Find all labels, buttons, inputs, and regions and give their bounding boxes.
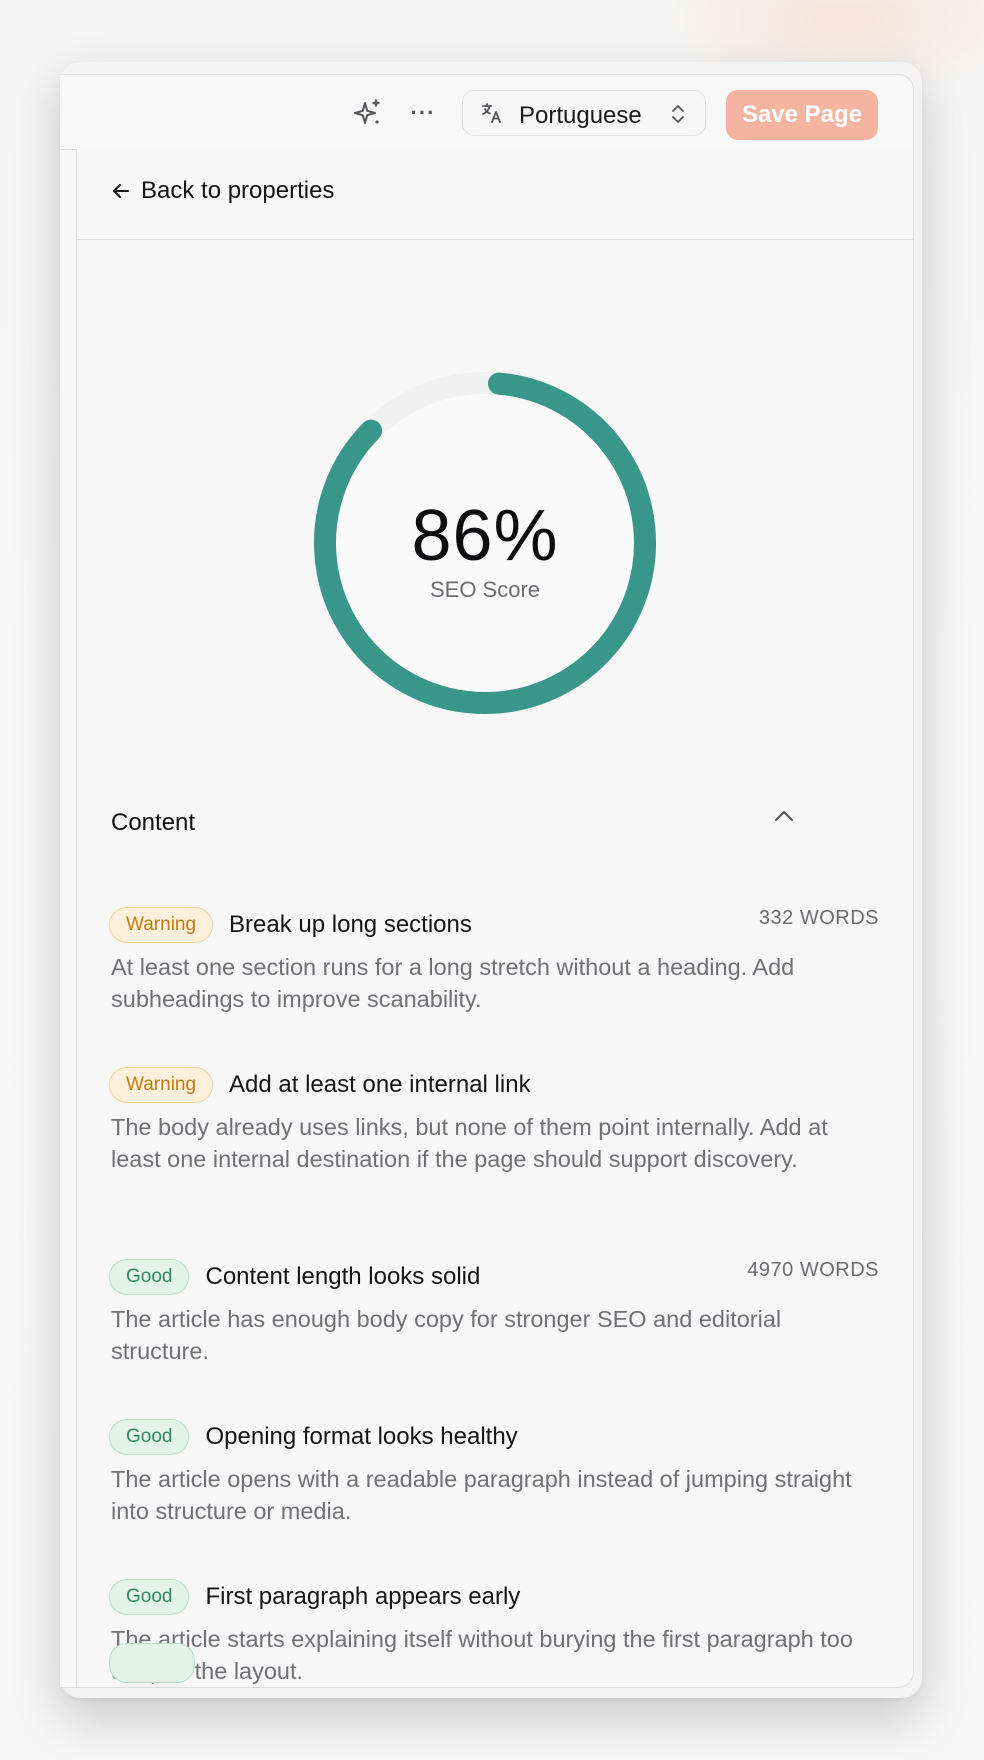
seo-score-gauge: 86% SEO Score <box>311 369 659 717</box>
seo-panel: Back to properties 86% SEO Score Content… <box>76 149 913 1687</box>
language-value: Portuguese <box>519 102 642 129</box>
back-to-properties-link[interactable]: Back to properties <box>111 177 334 205</box>
more-icon: ··· <box>410 100 436 125</box>
word-count: 4970 WORDS <box>747 1259 879 1281</box>
check-item: Good Opening format looks healthy The ar… <box>109 1417 879 1527</box>
translate-icon <box>482 103 501 123</box>
check-description: The article has enough body copy for str… <box>111 1306 782 1364</box>
chevron-up-down-icon <box>672 105 684 123</box>
check-title: Content length looks solid <box>205 1263 481 1290</box>
word-count: 332 WORDS <box>758 907 879 929</box>
check-title: Add at least one internal link <box>229 1071 531 1098</box>
check-title: First paragraph appears early <box>205 1583 521 1610</box>
chevron-up-icon[interactable] <box>769 801 799 831</box>
status-badge-partial <box>109 1643 195 1683</box>
ai-sparkle-button[interactable] <box>348 93 388 133</box>
arrow-left-icon <box>113 184 129 198</box>
seo-score-value: 86% <box>411 496 559 576</box>
save-page-button[interactable]: Save Page <box>726 90 878 140</box>
back-row: Back to properties <box>77 149 913 240</box>
check-description: The article starts explaining itself wit… <box>111 1626 853 1684</box>
status-badge: Good <box>109 1579 190 1615</box>
seo-score-label: SEO Score <box>429 577 541 602</box>
status-badge: Warning <box>109 907 214 943</box>
check-description: At least one section runs for a long str… <box>111 954 795 1012</box>
check-item: Good Content length looks solid 4970 WOR… <box>109 1257 879 1367</box>
check-description: The article opens with a readable paragr… <box>111 1466 852 1524</box>
check-description: The body already uses links, but none of… <box>111 1114 828 1172</box>
language-select[interactable]: Portuguese <box>462 90 706 136</box>
check-item: Good First paragraph appears early The a… <box>109 1577 879 1687</box>
toolbar: ··· Portuguese Save Page <box>60 75 913 150</box>
more-options-button[interactable]: ··· <box>403 93 443 133</box>
back-label: Back to properties <box>141 177 335 204</box>
panel-frame: ··· Portuguese Save Page Back to propert… <box>60 74 914 1688</box>
status-badge: Good <box>109 1259 190 1295</box>
check-title: Break up long sections <box>229 911 472 938</box>
status-badge: Warning <box>109 1067 214 1103</box>
seo-panel-window: ··· Portuguese Save Page Back to propert… <box>60 62 922 1698</box>
check-item: Warning Add at least one internal link T… <box>109 1065 879 1175</box>
check-title: Opening format looks healthy <box>205 1423 518 1450</box>
status-badge: Good <box>109 1419 190 1455</box>
check-item: Warning Break up long sections 332 WORDS… <box>109 905 879 1015</box>
sparkle-icon <box>354 99 380 124</box>
content-section-title: Content <box>111 809 196 836</box>
